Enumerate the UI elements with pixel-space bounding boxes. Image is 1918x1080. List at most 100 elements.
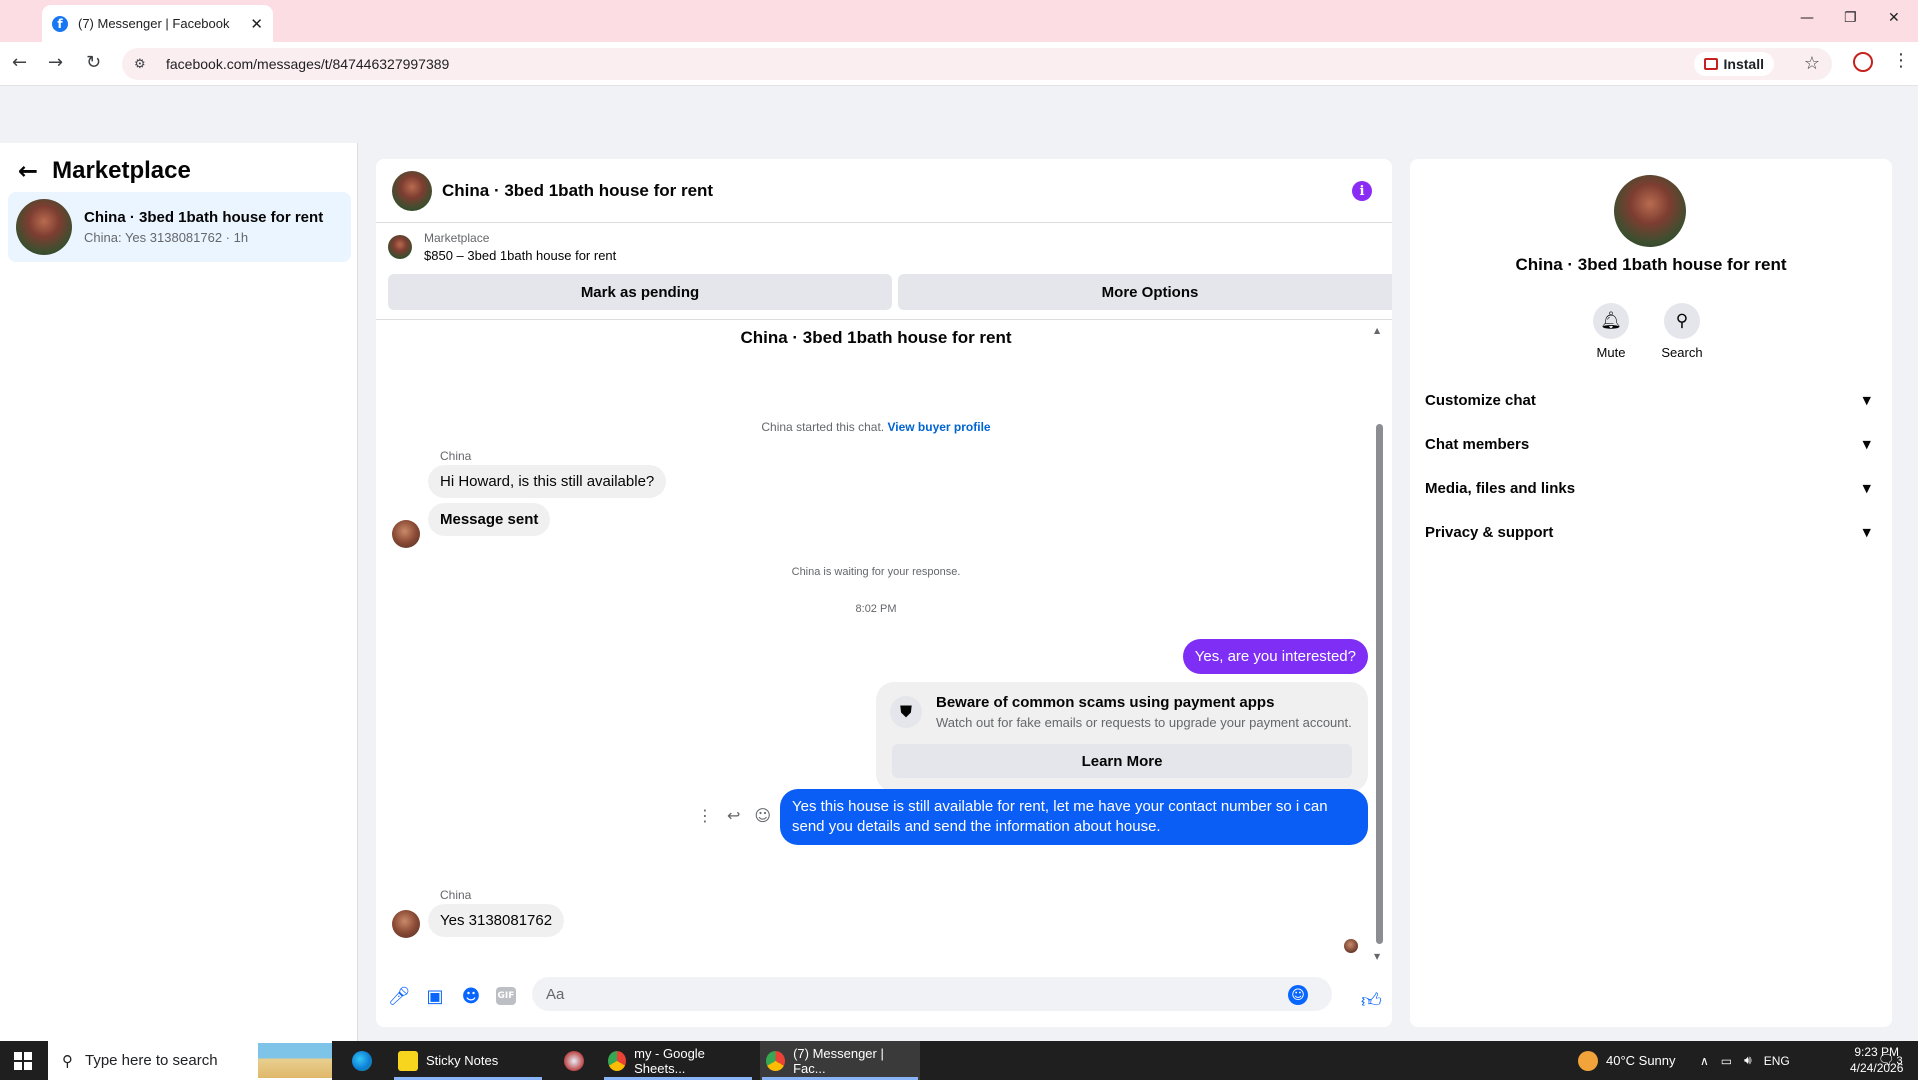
install-app-icon — [1703, 58, 1718, 70]
learn-more-button[interactable]: Learn More — [892, 744, 1352, 778]
reply-icon[interactable]: ↩ — [727, 806, 740, 825]
bookmark-star-icon[interactable]: ☆ — [1804, 53, 1820, 74]
minimize-icon[interactable]: — — [1800, 10, 1814, 26]
mark-as-pending-button[interactable]: Mark as pending — [388, 274, 892, 310]
close-window-icon[interactable]: ✕ — [1888, 10, 1900, 26]
network-icon[interactable]: ▭ — [1721, 1054, 1732, 1068]
conversation-avatar — [16, 199, 72, 255]
shield-icon: ⛊ — [890, 696, 922, 728]
windows-start-icon[interactable] — [14, 1052, 32, 1070]
search-button[interactable]: ⚲ Search — [1642, 303, 1722, 360]
scam-warning-card: ⛊ Beware of common scams using payment a… — [876, 682, 1368, 792]
install-button[interactable]: Install — [1693, 52, 1774, 76]
incoming-message[interactable]: Message sent — [428, 503, 551, 536]
emoji-icon[interactable]: ☺ — [1288, 985, 1308, 1005]
scroll-down-icon[interactable]: ▼ — [1374, 952, 1380, 961]
install-label: Install — [1723, 56, 1764, 72]
mute-button[interactable]: 🔔︎ Mute — [1571, 303, 1651, 360]
language-indicator[interactable]: ENG — [1764, 1054, 1790, 1068]
view-buyer-profile-link[interactable]: View buyer profile — [887, 420, 990, 434]
scrollbar-thumb[interactable] — [1376, 424, 1383, 944]
listing-title: $850 – 3bed 1bath house for rent — [424, 248, 617, 263]
incoming-message[interactable]: Yes 3138081762 — [428, 904, 565, 937]
listing-summary[interactable]: Marketplace $850 – 3bed 1bath house for … — [388, 231, 616, 263]
listing-label: Marketplace — [424, 231, 490, 245]
section-label: Privacy & support — [1425, 523, 1554, 541]
chat-header-title[interactable]: China · 3bed 1bath house for rent — [442, 181, 713, 201]
system-tray: ∧ ▭ 🔊︎ ENG — [1700, 1041, 1790, 1080]
pinned-app-button[interactable] — [558, 1041, 590, 1080]
react-emoji-icon[interactable]: ☺ — [754, 806, 771, 825]
outgoing-message[interactable]: Yes this house is still available for re… — [780, 789, 1368, 845]
search-icon: ⚲ — [62, 1051, 73, 1070]
sticky-notes-button[interactable]: Sticky Notes — [392, 1041, 544, 1080]
omnibox[interactable]: ⚙ facebook.com/messages/t/84744632799738… — [122, 48, 1832, 80]
message-input[interactable]: Aa ☺ — [532, 977, 1332, 1011]
weather-text: 40°C Sunny — [1606, 1053, 1676, 1068]
app-icon — [564, 1050, 584, 1071]
photo-icon[interactable]: ▣ — [424, 985, 446, 1007]
more-options-button[interactable]: More Options — [898, 274, 1392, 310]
chat-started-text: China started this chat. — [761, 420, 885, 434]
browser-tab[interactable]: f (7) Messenger | Facebook ✕ — [42, 5, 273, 42]
microphone-icon[interactable]: 🎤︎ — [388, 985, 411, 1007]
conversation-name: China · 3bed 1bath house for rent — [84, 209, 324, 226]
facebook-favicon-icon: f — [52, 15, 68, 32]
scrollbar[interactable]: ▲ ▼ — [1374, 326, 1384, 961]
scroll-up-icon[interactable]: ▲ — [1374, 326, 1380, 335]
search-highlight-image[interactable] — [258, 1043, 332, 1078]
thumbs-up-icon[interactable]: 👍︎ — [1361, 988, 1382, 1013]
app-label: my - Google Sheets... — [634, 1045, 705, 1076]
outgoing-message[interactable]: Yes, are you interested? — [1182, 639, 1368, 674]
info-icon[interactable]: i — [1352, 181, 1372, 201]
message-actions: ⋮ ↩ ☺ — [697, 806, 771, 825]
reload-icon[interactable]: ↻ — [86, 52, 101, 73]
more-actions-icon[interactable]: ⋮ — [697, 806, 713, 825]
weather-widget[interactable]: 40°C Sunny — [1578, 1041, 1676, 1080]
tab-close-icon[interactable]: ✕ — [250, 15, 263, 33]
back-arrow-icon[interactable]: ← — [18, 157, 38, 185]
browser-menu-icon[interactable]: ⋮ — [1892, 50, 1910, 71]
customize-chat-row[interactable]: Customize chat ▼ — [1425, 382, 1877, 418]
sender-name: China — [440, 888, 472, 902]
sticky-notes-icon — [398, 1050, 418, 1071]
chat-panel: China · 3bed 1bath house for rent i Mark… — [376, 159, 1392, 1027]
message-timestamp: 8:02 PM — [855, 603, 897, 615]
site-info-icon[interactable]: ⚙ — [134, 57, 156, 72]
address-toolbar: ← → ↻ ⚙ facebook.com/messages/t/84744632… — [0, 42, 1918, 86]
sender-avatar[interactable] — [392, 910, 420, 938]
chat-members-row[interactable]: Chat members ▼ — [1425, 426, 1877, 462]
notifications-button[interactable]: 🗨︎ 3 — [1878, 1041, 1903, 1080]
chrome-icon — [608, 1050, 627, 1071]
chrome-sheets-button[interactable]: my - Google Sheets... — [602, 1041, 754, 1080]
chevron-down-icon: ▼ — [1862, 481, 1871, 495]
profile-icon[interactable] — [1853, 52, 1873, 72]
mute-label: Mute — [1596, 345, 1626, 360]
back-icon[interactable]: ← — [12, 52, 27, 73]
chat-header-avatar[interactable] — [392, 170, 432, 211]
chevron-down-icon: ▼ — [1862, 393, 1871, 407]
volume-icon[interactable]: 🔊︎ — [1744, 1053, 1752, 1068]
sender-avatar[interactable] — [392, 520, 420, 548]
details-avatar[interactable] — [1614, 175, 1686, 247]
listing-thumbnail — [388, 235, 412, 259]
chrome-messenger-button[interactable]: (7) Messenger | Fac... — [760, 1041, 920, 1080]
incoming-message[interactable]: Hi Howard, is this still available? — [428, 465, 667, 498]
restore-icon[interactable]: ❐ — [1844, 10, 1857, 26]
details-title: China · 3bed 1bath house for rent — [1515, 255, 1787, 274]
privacy-support-row[interactable]: Privacy & support ▼ — [1425, 514, 1877, 550]
conversation-item[interactable]: China · 3bed 1bath house for rent China:… — [8, 192, 351, 262]
sticker-icon[interactable]: ☻ — [460, 985, 482, 1007]
edge-app-button[interactable] — [346, 1041, 378, 1080]
scam-warning-title: Beware of common scams using payment app… — [936, 694, 1275, 711]
sidebar-header: ← Marketplace — [18, 157, 191, 185]
scam-warning-description: Watch out for fake emails or requests to… — [936, 715, 1352, 730]
url-text[interactable]: facebook.com/messages/t/847446327997389 — [166, 56, 449, 72]
media-files-links-row[interactable]: Media, files and links ▼ — [1425, 470, 1877, 506]
section-label: Media, files and links — [1425, 479, 1576, 497]
forward-icon[interactable]: → — [48, 52, 63, 73]
chevron-up-icon[interactable]: ∧ — [1700, 1054, 1709, 1068]
tab-title: (7) Messenger | Facebook — [78, 16, 230, 31]
gif-icon[interactable]: GIF — [496, 987, 516, 1005]
section-label: Chat members — [1425, 435, 1530, 453]
